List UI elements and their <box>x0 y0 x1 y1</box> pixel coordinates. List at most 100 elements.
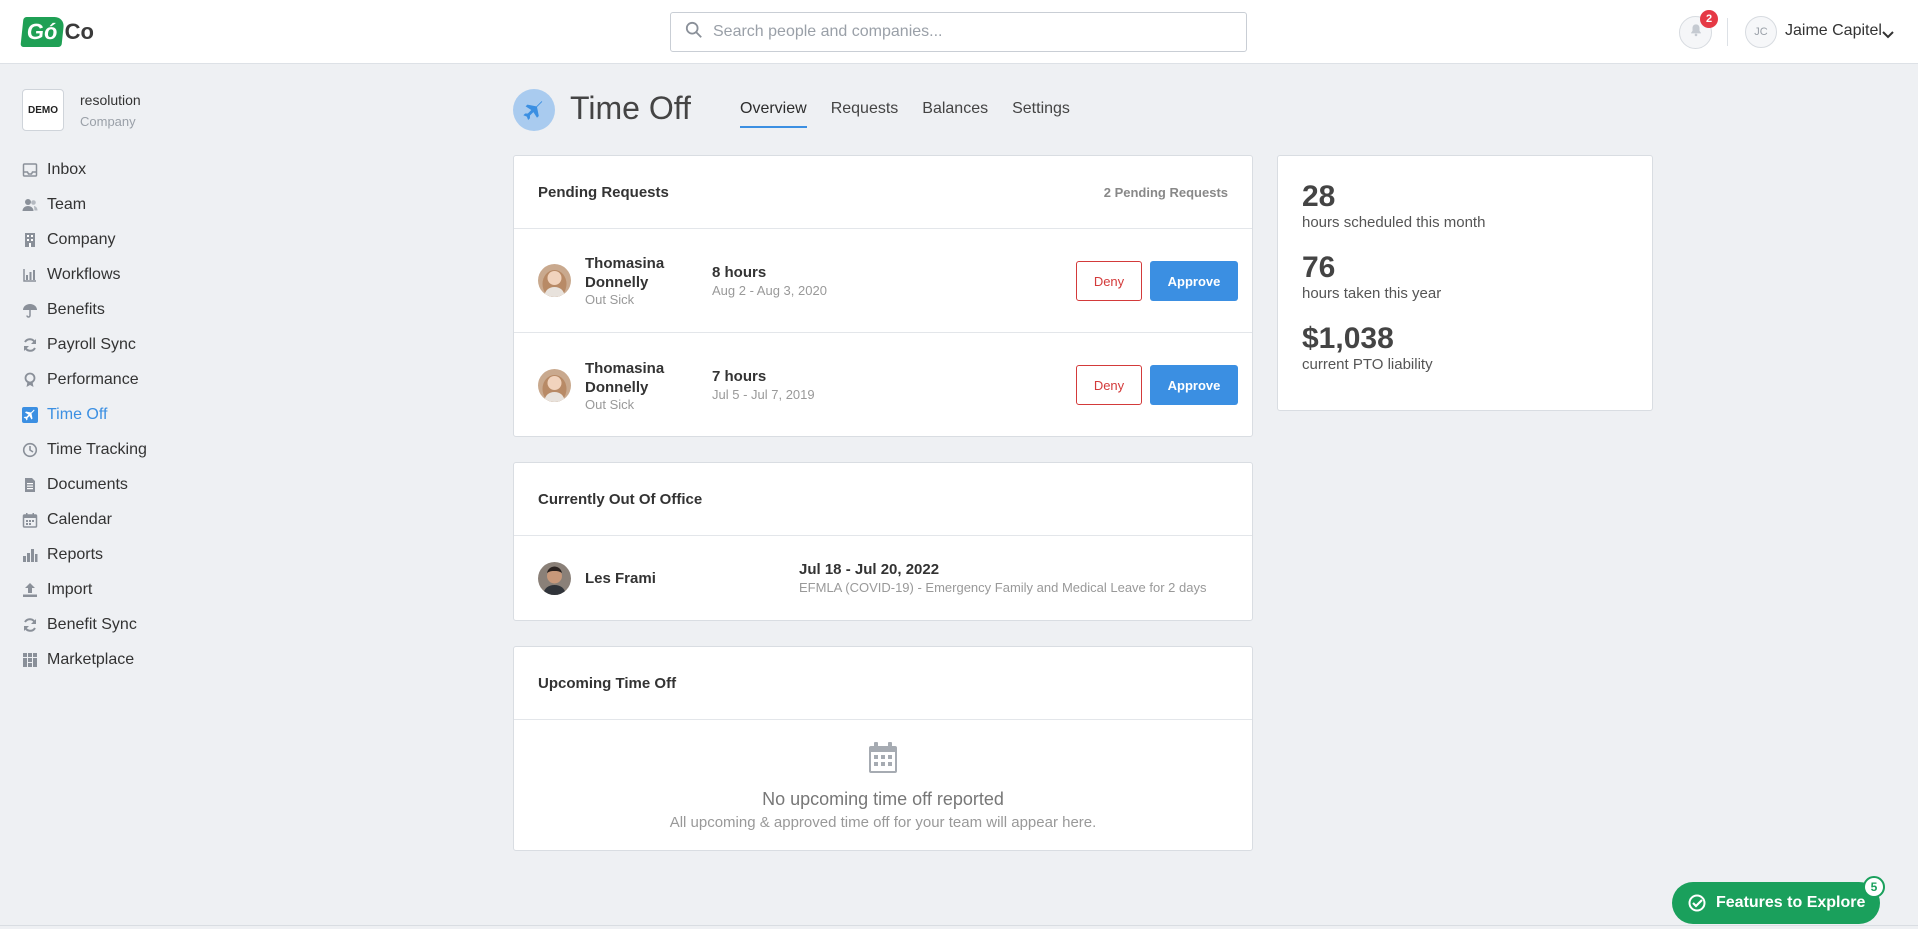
sidebar-item-import[interactable]: Import <box>22 572 147 607</box>
sidebar-item-time-off[interactable]: Time Off <box>22 397 147 432</box>
performance-icon <box>22 372 38 388</box>
sidebar-item-company[interactable]: Company <box>22 222 147 257</box>
stat-value: 76 <box>1302 251 1336 284</box>
tab-balances[interactable]: Balances <box>922 100 988 128</box>
sidebar-item-payroll-sync[interactable]: Payroll Sync <box>22 327 147 362</box>
empty-state: No upcoming time off reported All upcomi… <box>514 720 1252 831</box>
deny-button[interactable]: Deny <box>1076 261 1142 301</box>
sidebar-item-label: Team <box>47 195 87 213</box>
avatar[interactable] <box>538 264 571 297</box>
grid-icon <box>22 652 38 668</box>
approve-button[interactable]: Approve <box>1150 365 1238 405</box>
airplane-icon <box>523 101 543 121</box>
features-to-explore-label: Features to Explore <box>1716 894 1866 911</box>
tab-requests[interactable]: Requests <box>831 100 899 128</box>
request-type: Out Sick <box>585 396 635 412</box>
company-switcher[interactable]: DEMO resolution Company <box>22 89 141 131</box>
deny-button[interactable]: Deny <box>1076 365 1142 405</box>
sidebar-item-label: Payroll Sync <box>47 335 136 353</box>
request-hours: 7 hours <box>712 368 767 385</box>
stat-label: current PTO liability <box>1302 356 1433 373</box>
requester-last-name[interactable]: Donnelly <box>585 273 712 292</box>
logo-co-mark: Co <box>64 19 94 44</box>
avatar[interactable] <box>538 561 571 595</box>
sidebar-item-benefit-sync[interactable]: Benefit Sync <box>22 607 147 642</box>
search-icon <box>685 21 703 44</box>
tab-settings[interactable]: Settings <box>1012 100 1070 128</box>
sidebar-item-label: Marketplace <box>47 650 135 668</box>
requester-first-name[interactable]: Thomasina <box>585 254 712 273</box>
stat-hours-taken: 76 hours taken this year <box>1302 251 1628 302</box>
stat-pto-liability: $1,038 current PTO liability <box>1302 322 1628 373</box>
upcoming-time-off-header: Upcoming Time Off <box>514 647 1252 720</box>
page-title: Time Off <box>570 90 691 126</box>
user-avatar[interactable]: JC <box>1745 16 1777 48</box>
sidebar-nav: Inbox Team Company Workflows Benefits Pa… <box>22 152 147 677</box>
top-bar: Gó Co <box>0 0 1918 64</box>
requester-last-name[interactable]: Donnelly <box>585 378 712 397</box>
bell-icon <box>1689 23 1703 42</box>
sidebar-item-benefits[interactable]: Benefits <box>22 292 147 327</box>
out-of-office-header: Currently Out Of Office <box>514 463 1252 536</box>
request-dates: Aug 2 - Aug 3, 2020 <box>712 282 827 298</box>
approve-button[interactable]: Approve <box>1150 261 1238 301</box>
inbox-icon <box>22 162 38 178</box>
sidebar-item-label: Import <box>47 580 93 598</box>
stat-value: 28 <box>1302 180 1336 213</box>
sync-icon <box>22 337 38 353</box>
sidebar-item-marketplace[interactable]: Marketplace <box>22 642 147 677</box>
employee-name[interactable]: Les Frami <box>585 569 799 588</box>
request-hours: 8 hours <box>712 263 767 281</box>
goco-logo[interactable]: Gó Co <box>20 16 94 48</box>
upload-icon <box>22 582 38 598</box>
sync-icon <box>22 617 38 633</box>
sidebar-item-label: Inbox <box>47 160 87 178</box>
sidebar-item-documents[interactable]: Documents <box>22 467 147 502</box>
search-box[interactable] <box>670 12 1247 52</box>
tab-overview[interactable]: Overview <box>740 100 807 128</box>
request-row: Thomasina Donnelly Out Sick 7 hours Jul … <box>514 333 1252 437</box>
sidebar-item-inbox[interactable]: Inbox <box>22 152 147 187</box>
calendar-icon <box>22 512 38 528</box>
notification-count-badge: 2 <box>1700 10 1718 28</box>
out-of-office-card: Currently Out Of Office Les Frami Jul 18… <box>513 462 1253 621</box>
request-dates: Jul 5 - Jul 7, 2019 <box>712 387 815 402</box>
sidebar-item-label: Performance <box>47 370 139 388</box>
umbrella-icon <box>22 302 38 318</box>
sidebar-item-reports[interactable]: Reports <box>22 537 147 572</box>
requester-first-name[interactable]: Thomasina <box>585 359 712 378</box>
sidebar-item-label: Calendar <box>47 510 112 528</box>
request-row: Thomasina Donnelly Out Sick 8 hours Aug … <box>514 229 1252 333</box>
sidebar-item-workflows[interactable]: Workflows <box>22 257 147 292</box>
sidebar-item-team[interactable]: Team <box>22 187 147 222</box>
features-count-badge: 5 <box>1863 876 1885 898</box>
time-off-page-icon <box>513 89 555 131</box>
features-to-explore-button[interactable]: Features to Explore <box>1672 882 1880 924</box>
sidebar-item-label: Documents <box>47 475 128 493</box>
chevron-down-icon[interactable] <box>1882 26 1894 44</box>
company-type: Company <box>80 113 136 129</box>
header-divider <box>1727 18 1728 46</box>
sidebar-item-label: Company <box>47 230 116 248</box>
company-logo: DEMO <box>22 89 64 131</box>
workflows-icon <box>22 267 38 283</box>
stat-label: hours taken this year <box>1302 285 1442 302</box>
sidebar-item-time-tracking[interactable]: Time Tracking <box>22 432 147 467</box>
time-off-tabs: Overview Requests Balances Settings <box>740 100 1094 128</box>
avatar[interactable] <box>538 368 571 402</box>
user-name-menu[interactable]: Jaime Capitel <box>1785 22 1882 40</box>
pending-count: 2 Pending Requests <box>1103 184 1228 200</box>
check-circle-icon <box>1688 894 1706 912</box>
empty-state-subtitle: All upcoming & approved time off for you… <box>669 814 1097 831</box>
sidebar-item-label: Benefit Sync <box>47 615 137 633</box>
document-icon <box>22 477 38 493</box>
sidebar-item-calendar[interactable]: Calendar <box>22 502 147 537</box>
card-title: Currently Out Of Office <box>538 490 703 508</box>
search-input[interactable] <box>713 23 1233 41</box>
sidebar-item-label: Reports <box>47 545 104 563</box>
sidebar-item-label: Time Off <box>47 405 108 423</box>
sidebar-item-label: Benefits <box>47 300 105 318</box>
empty-state-title: No upcoming time off reported <box>762 789 1004 809</box>
card-title: Upcoming Time Off <box>538 674 677 692</box>
sidebar-item-performance[interactable]: Performance <box>22 362 147 397</box>
